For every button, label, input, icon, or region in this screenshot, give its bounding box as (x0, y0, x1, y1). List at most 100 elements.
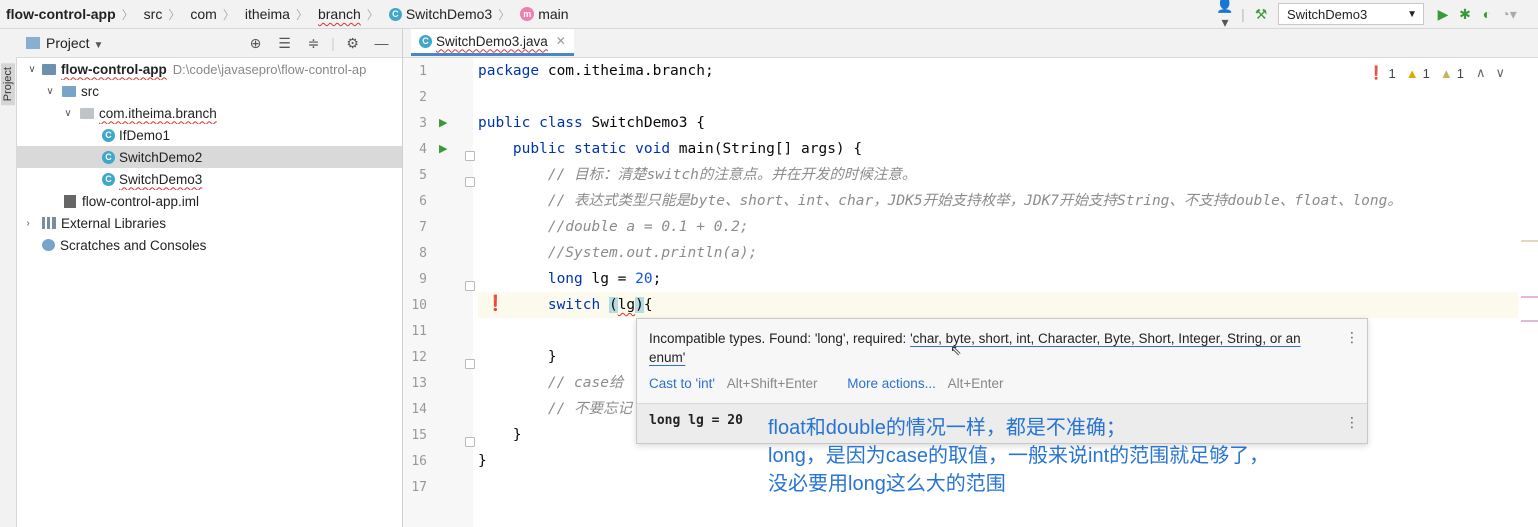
breadcrumb-item-class[interactable]: C SwitchDemo3 〉 (383, 0, 514, 28)
tree-item-ifdemo1[interactable]: C IfDemo1 (16, 124, 402, 146)
toolbar: 👤▾ | ⚒ SwitchDemo3 ▼ ▶ ✱ ◐ ◔▾ (1214, 0, 1538, 31)
breadcrumb-item-method[interactable]: m main (514, 0, 572, 28)
tree-item-label: IfDemo1 (119, 127, 171, 143)
more-options-icon[interactable]: ⋮ (1345, 414, 1359, 431)
code-line: } (478, 349, 557, 365)
chevron-down-icon[interactable]: ∨ (26, 64, 38, 75)
more-actions-link[interactable]: More actions... (847, 376, 936, 391)
run-icon[interactable]: ▶ (1432, 6, 1454, 23)
tree-item-label: flow-control-app.iml (82, 193, 200, 209)
action-shortcut: Alt+Shift+Enter (726, 376, 818, 391)
fold-marker[interactable] (465, 281, 475, 291)
cast-to-int-action[interactable]: Cast to 'int' (649, 376, 715, 391)
gear-icon[interactable]: ⚙ (338, 35, 367, 52)
breadcrumb-item-src[interactable]: src 〉 (138, 0, 185, 28)
scrollbar-marker[interactable] (1521, 296, 1538, 298)
package-icon (80, 107, 94, 119)
code-line-current: switch (lg){ (478, 292, 1518, 318)
code-comment: // 表达式类型只能是byte、short、int、char，JDK5开始支持枚… (478, 193, 1402, 209)
annotation-note: float和double的情况一样，都是不准确； long，是因为case的取值… (768, 414, 1269, 498)
tree-item-scratches[interactable]: Scratches and Consoles (16, 234, 402, 256)
breadcrumb-item-com[interactable]: com 〉 (184, 0, 238, 28)
close-icon[interactable]: ✕ (556, 34, 566, 48)
mouse-cursor-icon: ⇖ (950, 342, 962, 358)
fold-marker[interactable] (465, 151, 475, 161)
profiler-icon[interactable]: ◔▾ (1498, 6, 1520, 23)
breadcrumb-label: branch (317, 6, 361, 22)
class-icon: C (388, 7, 402, 21)
tab-switchdemo3[interactable]: C SwitchDemo3.java ✕ (411, 29, 574, 56)
run-configuration-select[interactable]: SwitchDemo3 ▼ (1278, 3, 1424, 25)
annotation-line: long，是因为case的取值，一般来说int的范围就足够了， (768, 445, 1270, 467)
code-line: } (478, 427, 522, 443)
tree-item-label: Scratches and Consoles (60, 237, 207, 253)
user-icon[interactable]: 👤▾ (1214, 0, 1236, 31)
action-shortcut: Alt+Enter (947, 376, 1004, 391)
line-number: 6 (419, 194, 427, 209)
tree-item-label: src (81, 83, 99, 99)
toolbar-divider: | (1241, 6, 1245, 22)
fold-marker[interactable] (465, 177, 475, 187)
tree-item-external-libraries[interactable]: › External Libraries (16, 212, 402, 234)
tree-item-module[interactable]: ∨ flow-control-app D:\code\javasepro\flo… (16, 58, 402, 80)
expand-all-icon[interactable]: ☰ (270, 35, 299, 52)
libraries-icon (42, 217, 56, 229)
tree-item-switchdemo3[interactable]: C SwitchDemo3 (16, 168, 402, 190)
tree-item-switchdemo2[interactable]: C SwitchDemo2 (16, 146, 402, 168)
code-comment: //double a = 0.1 + 0.2; (478, 219, 749, 235)
code-line: public static void main(String[] args) { (512, 141, 863, 157)
tree-item-package[interactable]: ∨ com.itheima.branch (16, 102, 402, 124)
line-number: 13 (411, 376, 427, 391)
chevron-right-icon: 〉 (498, 7, 511, 22)
breadcrumb-item-branch[interactable]: branch 〉 (312, 0, 383, 28)
project-panel-title: Project (46, 35, 90, 51)
tree-item-src[interactable]: ∨ src (16, 80, 402, 102)
debug-bug-icon[interactable]: ✱ (1454, 6, 1476, 23)
project-tree: ∨ flow-control-app D:\code\javasepro\flo… (16, 58, 402, 527)
project-view-selector[interactable]: Project ▼ (46, 35, 103, 51)
locate-target-icon[interactable]: ⊕ (241, 35, 270, 52)
editor-gutter: 1 2 3 4 5 6 7 8 9 10 11 12 13 14 15 16 1… (403, 58, 475, 527)
code-line: } (478, 453, 487, 469)
breadcrumb-item-project[interactable]: flow-control-app 〉 (0, 0, 138, 28)
line-number: 7 (419, 220, 427, 235)
line-number: 10 (411, 298, 427, 313)
chevron-right-icon[interactable]: › (22, 218, 34, 229)
breadcrumb-label: itheima (244, 6, 290, 22)
fold-marker[interactable] (465, 359, 475, 369)
project-panel-tools: ⊕ ☰ ≑ | ⚙ — (241, 29, 396, 57)
fold-marker[interactable] (465, 437, 475, 447)
declaration-text: long lg = 20 (649, 413, 743, 428)
breadcrumb-item-itheima[interactable]: itheima 〉 (239, 0, 312, 28)
chevron-right-icon: 〉 (121, 7, 134, 22)
chevron-down-icon[interactable]: ∨ (44, 86, 56, 97)
more-options-icon[interactable]: ⋮ (1345, 329, 1359, 346)
breadcrumb-label: main (538, 6, 569, 22)
iml-file-icon (64, 194, 76, 208)
navigation-bar: flow-control-app 〉 src 〉 com 〉 itheima 〉 bra… (0, 0, 1538, 31)
chevron-down-icon[interactable]: ∨ (62, 108, 74, 119)
collapse-all-icon[interactable]: ≑ (299, 35, 328, 52)
line-number: 4 (419, 142, 427, 157)
method-icon: m (520, 7, 535, 21)
line-number: 9 (419, 272, 427, 287)
project-tool-window-button[interactable]: Project (1, 63, 15, 106)
module-icon (42, 63, 56, 75)
annotation-line: float和double的情况一样，都是不准确； (768, 417, 1126, 439)
code-comment: //System.out.println(a); (478, 245, 758, 261)
tree-item-iml[interactable]: flow-control-app.iml (16, 190, 402, 212)
class-icon: C (102, 128, 115, 142)
chevron-right-icon: 〉 (222, 7, 235, 22)
coverage-icon[interactable]: ◐ (1476, 6, 1498, 22)
scrollbar-marker[interactable] (1521, 320, 1538, 322)
breadcrumb-label: flow-control-app (6, 6, 116, 22)
error-bulb-icon[interactable]: ❗ (486, 294, 505, 312)
declaration-type: long (649, 413, 681, 428)
editor-tabs: C SwitchDemo3.java ✕ (403, 29, 1538, 58)
scrollbar-marker[interactable] (1521, 240, 1538, 242)
tree-item-label: com.itheima.branch (99, 105, 217, 121)
hide-panel-icon[interactable]: — (367, 35, 396, 51)
run-gutter-icon[interactable]: ▶ (439, 116, 447, 129)
build-hammer-icon[interactable]: ⚒ (1250, 6, 1272, 23)
run-gutter-icon[interactable]: ▶ (439, 142, 447, 155)
